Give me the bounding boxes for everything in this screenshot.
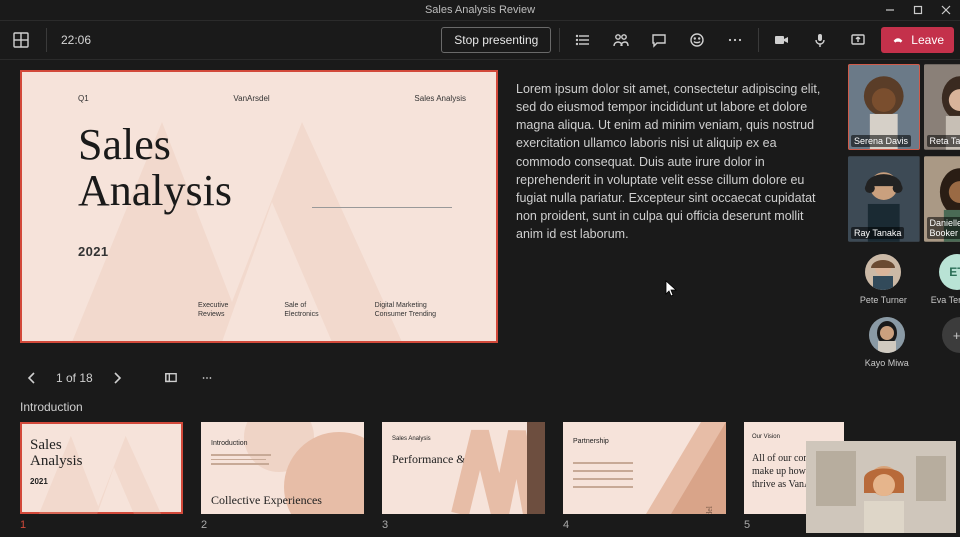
overflow-participants[interactable]: +2 xyxy=(942,317,960,368)
participant-tile[interactable]: Reta Taylor xyxy=(924,64,960,150)
thumbnail-4[interactable]: Partnership Fabrikam - VanArsdel 4 xyxy=(563,422,726,531)
meeting-timer: 22:06 xyxy=(57,33,95,47)
close-button[interactable] xyxy=(932,0,960,20)
slide-columns: ExecutiveReviews Sale ofElectronics Digi… xyxy=(198,301,466,319)
thumbnail-3[interactable]: Sales Analysis Performance & 3 xyxy=(382,422,545,531)
title-bar: Sales Analysis Review xyxy=(0,0,960,20)
people-icon[interactable] xyxy=(606,25,636,55)
leave-button[interactable]: Leave xyxy=(881,27,954,53)
divider xyxy=(758,28,759,52)
leave-label: Leave xyxy=(911,33,944,47)
slide-title: Sales Analysis xyxy=(78,122,232,214)
self-video[interactable] xyxy=(806,441,956,533)
mic-icon[interactable] xyxy=(805,25,835,55)
participant-tile[interactable]: Serena Davis xyxy=(848,64,920,150)
presenter-notes: Lorem ipsum dolor sit amet, consectetur … xyxy=(516,70,844,350)
layout-icon[interactable] xyxy=(6,25,36,55)
more-icon[interactable] xyxy=(720,25,750,55)
grid-view-button[interactable] xyxy=(159,366,183,390)
list-icon[interactable] xyxy=(568,25,598,55)
divider xyxy=(559,28,560,52)
participant-avatar[interactable]: Kayo Miwa xyxy=(865,317,909,368)
chat-icon[interactable] xyxy=(644,25,674,55)
slide-meta: Q1 VanArsdel Sales Analysis xyxy=(78,94,466,103)
page-indicator: 1 of 18 xyxy=(56,371,93,385)
slide-nav: 1 of 18 xyxy=(20,362,844,394)
camera-icon[interactable] xyxy=(767,25,797,55)
reactions-icon[interactable] xyxy=(682,25,712,55)
meeting-toolbar: 22:06 Stop presenting Leave xyxy=(0,20,960,60)
rule xyxy=(312,207,452,208)
next-slide-button[interactable] xyxy=(105,366,129,390)
prev-slide-button[interactable] xyxy=(20,366,44,390)
share-icon[interactable] xyxy=(843,25,873,55)
more-options-button[interactable] xyxy=(195,366,219,390)
thumbnail-2[interactable]: Introduction Collective Experiences 2 xyxy=(201,422,364,531)
divider xyxy=(46,28,47,52)
stop-presenting-button[interactable]: Stop presenting xyxy=(441,27,551,53)
maximize-button[interactable] xyxy=(904,0,932,20)
participant-avatar[interactable]: Pete Turner xyxy=(860,254,907,305)
thumbnail-1[interactable]: SalesAnalysis 2021 1 xyxy=(20,422,183,531)
participant-tile[interactable]: Danielle Booker xyxy=(924,156,960,242)
participant-avatar[interactable]: ET Eva Terrazas xyxy=(931,254,960,305)
section-label: Introduction xyxy=(20,400,844,414)
current-slide[interactable]: Q1 VanArsdel Sales Analysis Sales Analys… xyxy=(20,70,498,343)
thumbnail-strip: SalesAnalysis 2021 1 Introduction Collec… xyxy=(20,422,844,531)
cursor-icon xyxy=(665,280,677,298)
participant-tile[interactable]: Ray Tanaka xyxy=(848,156,920,242)
window-title: Sales Analysis Review xyxy=(425,4,535,16)
minimize-button[interactable] xyxy=(876,0,904,20)
slide-year: 2021 xyxy=(78,244,109,259)
